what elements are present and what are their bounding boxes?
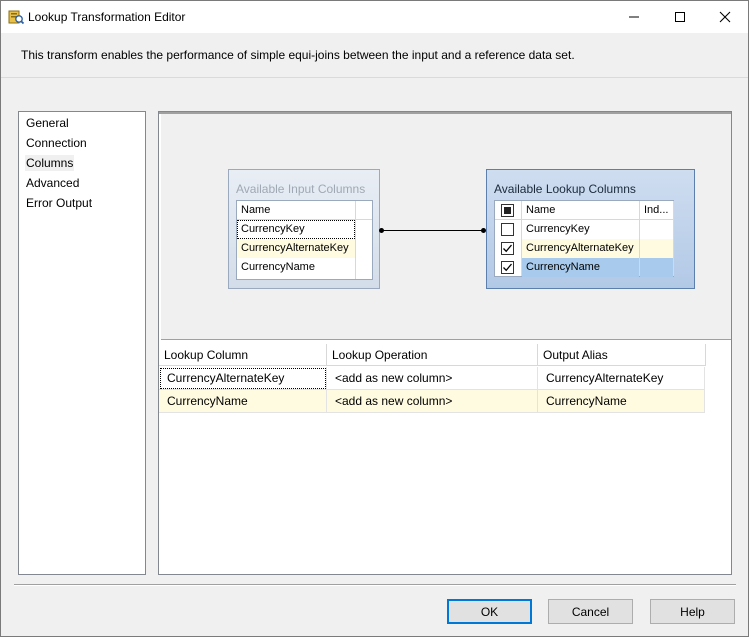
title-bar[interactable]: Lookup Transformation Editor — [1, 1, 748, 33]
close-icon[interactable] — [702, 1, 748, 33]
lookup-row-label: CurrencyName — [522, 258, 639, 277]
lookup-columns-grid: Name Ind... CurrencyKey CurrencyAlternat… — [494, 200, 674, 277]
input-row-currencyalternatekey[interactable]: CurrencyAlternateKey — [237, 239, 355, 258]
page-nav-list[interactable]: General Connection Columns Advanced Erro… — [18, 111, 146, 575]
lookup-row-index — [640, 239, 673, 258]
ok-button[interactable]: OK — [447, 599, 532, 624]
header-lookup-column[interactable]: Lookup Column — [159, 344, 327, 366]
lookup-column-cell[interactable]: CurrencyName — [159, 390, 327, 413]
join-connector-start — [379, 228, 384, 233]
lookup-editor-window: Lookup Transformation Editor This transf… — [0, 0, 749, 637]
lookup-output-grid: Lookup Column Lookup Operation Output Al… — [159, 344, 731, 574]
select-all-checkbox[interactable] — [501, 204, 514, 217]
lookup-grid-divider-3 — [673, 201, 674, 276]
mapping-diagram: Available Input Columns Name CurrencyKey… — [159, 112, 731, 340]
checkmark-icon — [503, 263, 512, 272]
cancel-button[interactable]: Cancel — [548, 599, 633, 624]
footer-divider-highlight — [14, 585, 736, 586]
nav-item-error-output[interactable]: Error Output — [25, 195, 93, 211]
lookup-row-currencyalternatekey[interactable]: CurrencyAlternateKey — [495, 239, 673, 258]
minimize-icon[interactable] — [611, 1, 657, 33]
maximize-icon[interactable] — [657, 1, 703, 33]
lookup-name-header: Name — [526, 204, 556, 216]
lookup-row-checkbox[interactable] — [501, 242, 514, 255]
input-row-label: CurrencyAlternateKey — [241, 242, 349, 254]
lookup-index-header: Ind... — [644, 204, 669, 216]
input-row-currencykey[interactable]: CurrencyKey — [237, 220, 355, 239]
available-lookup-columns-box: Available Lookup Columns Name Ind... Cur… — [486, 169, 695, 289]
lookup-row-checkbox[interactable] — [501, 223, 514, 236]
header-divider — [1, 77, 748, 78]
nav-item-columns[interactable]: Columns — [25, 155, 75, 171]
header-output-alias[interactable]: Output Alias — [538, 344, 706, 366]
output-alias-cell[interactable]: CurrencyAlternateKey — [538, 367, 705, 390]
lookup-operation-cell[interactable]: <add as new column> — [327, 367, 538, 390]
input-grid-divider — [355, 201, 356, 279]
available-input-columns-box: Available Input Columns Name CurrencyKey… — [228, 169, 380, 289]
lookup-column-cell[interactable]: CurrencyAlternateKey — [159, 367, 327, 390]
columns-page: Available Input Columns Name CurrencyKey… — [158, 111, 732, 575]
window-title: Lookup Transformation Editor — [28, 10, 186, 24]
input-row-label: CurrencyName — [241, 261, 315, 273]
input-columns-title: Available Input Columns — [236, 182, 366, 196]
lookup-row-currencyname[interactable]: CurrencyName — [495, 258, 673, 277]
input-grid-header: Name — [237, 201, 372, 220]
lookup-row-label: CurrencyAlternateKey — [522, 239, 639, 258]
nav-item-connection[interactable]: Connection — [25, 135, 88, 151]
transform-description: This transform enables the performance o… — [21, 48, 575, 62]
help-button[interactable]: Help — [650, 599, 735, 624]
join-connector-line[interactable] — [381, 230, 484, 231]
lookup-row-currencykey[interactable]: CurrencyKey — [495, 220, 673, 239]
lookup-row-index — [640, 258, 673, 277]
header-lookup-operation[interactable]: Lookup Operation — [327, 344, 538, 366]
nav-item-advanced[interactable]: Advanced — [25, 175, 80, 191]
input-row-currencyname[interactable]: CurrencyName — [237, 258, 355, 277]
lookup-operation-cell[interactable]: <add as new column> — [327, 390, 538, 413]
nav-item-general[interactable]: General — [25, 115, 70, 131]
checkmark-icon — [503, 244, 512, 253]
input-columns-grid: Name CurrencyKey CurrencyAlternateKey Cu… — [236, 200, 373, 280]
ssis-lookup-icon — [7, 8, 25, 26]
lookup-columns-title: Available Lookup Columns — [494, 182, 636, 196]
lookup-row-checkbox[interactable] — [501, 261, 514, 274]
input-row-label: CurrencyKey — [237, 220, 355, 239]
output-alias-cell[interactable]: CurrencyName — [538, 390, 705, 413]
input-name-header: Name — [241, 204, 271, 216]
lookup-row-label: CurrencyKey — [526, 223, 590, 235]
